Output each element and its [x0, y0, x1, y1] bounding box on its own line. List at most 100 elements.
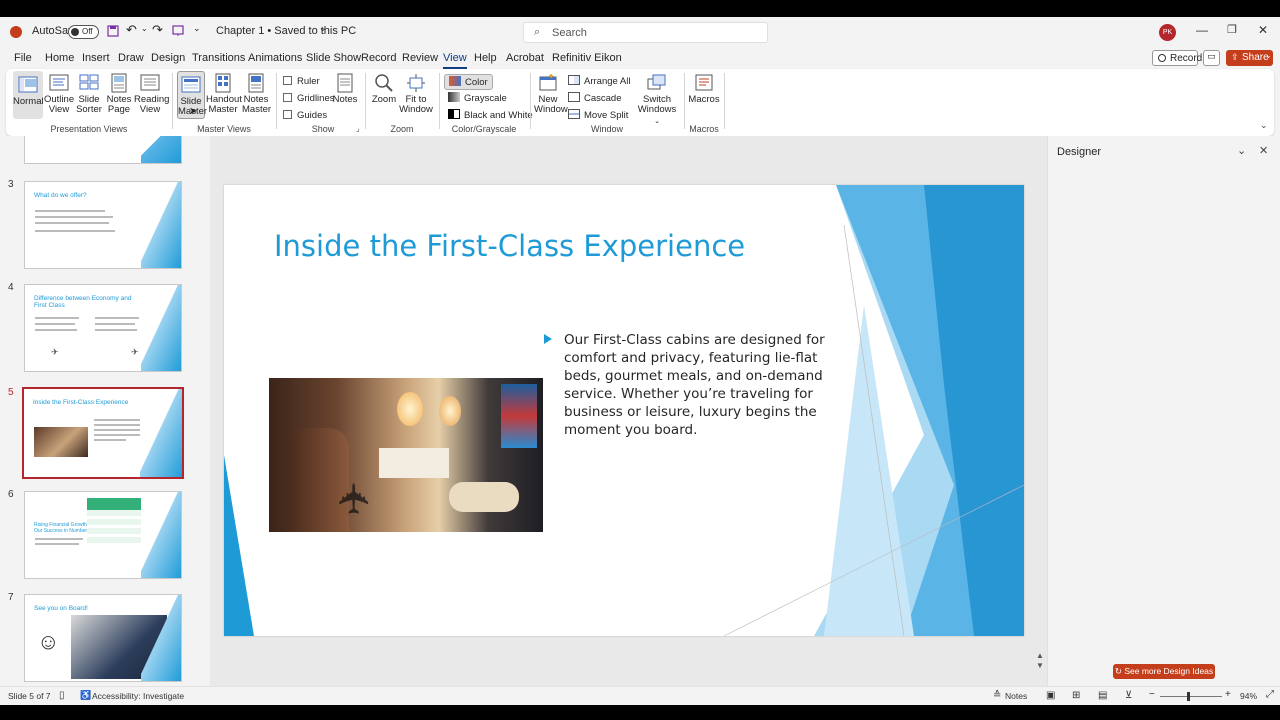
collapse-ribbon-icon[interactable]: ⌄ [1260, 120, 1268, 131]
handout-master-button[interactable]: Handout Master [206, 73, 242, 115]
previous-slide-arrow-icon[interactable]: ▲ [1036, 651, 1044, 660]
slide-thumbnail-2[interactable] [24, 136, 182, 164]
notes-button[interactable]: Notes [332, 73, 358, 105]
tab-transitions[interactable]: Transitions [192, 52, 245, 64]
minimize-icon[interactable]: — [1196, 23, 1208, 37]
zoom-slider[interactable] [1160, 692, 1222, 701]
cascade-button[interactable]: Cascade [568, 92, 622, 104]
move-split-button[interactable]: Move Split [568, 109, 628, 121]
ruler-checkbox[interactable]: Ruler [283, 76, 320, 87]
slide-thumbnail-7[interactable]: See you on Board! ☺ [24, 594, 182, 682]
fit-to-window-button[interactable]: Fit to Window [399, 73, 433, 115]
slide-thumbnail-6[interactable]: Rising Financial Growth: Our Success in … [24, 491, 182, 579]
tab-file[interactable]: File [14, 52, 32, 64]
color-button[interactable]: Color [444, 74, 493, 90]
title-dropdown-icon[interactable]: ⌄ [319, 23, 327, 34]
slide-show-status-icon[interactable]: ⊻ [1125, 690, 1132, 701]
start-presentation-icon[interactable] [172, 25, 184, 37]
share-button[interactable]: ⇪ Share ⌄ [1226, 50, 1273, 66]
see-more-design-ideas-button[interactable]: ↻ See more Design Ideas [1113, 664, 1215, 679]
undo-icon[interactable]: ↶ [126, 22, 137, 38]
search-box[interactable]: ⌕ Search [523, 22, 768, 43]
customize-toolbar-icon[interactable]: ⌄ [193, 23, 201, 34]
tab-refinitiv-eikon[interactable]: Refinitiv Eikon [552, 52, 622, 64]
slide-thumbnail-5-selected[interactable]: Inside the First-Class Experience [22, 387, 184, 479]
fit-to-window-icon [407, 74, 425, 92]
reading-view-status-icon[interactable]: ▤ [1098, 690, 1107, 701]
gridlines-checkbox[interactable]: Gridlines [283, 93, 335, 104]
black-and-white-button[interactable]: Black and White [448, 109, 533, 121]
designer-close-icon[interactable]: ✕ [1259, 144, 1268, 157]
grayscale-button[interactable]: Grayscale [448, 92, 507, 104]
tab-acrobat[interactable]: Acrobat [506, 52, 544, 64]
document-title[interactable]: Chapter 1 • Saved to this PC [216, 25, 356, 37]
fit-slide-icon[interactable]: ⤢ [1266, 689, 1274, 700]
zoom-slider-thumb[interactable] [1187, 692, 1190, 701]
tab-animations[interactable]: Animations [248, 52, 302, 64]
thumbnail-deco [141, 595, 181, 681]
notes-icon[interactable]: ≙ [993, 690, 1001, 701]
zoom-in-icon[interactable]: + [1225, 689, 1231, 700]
user-avatar[interactable]: PK [1159, 24, 1176, 41]
redo-icon[interactable]: ↷ [152, 22, 163, 38]
group-separator [724, 73, 725, 129]
accessibility-icon[interactable]: ♿ [80, 690, 91, 701]
thumbnail-plane-icon: ✈ [131, 347, 139, 357]
record-button[interactable]: Record [1152, 50, 1202, 66]
handout-master-line2: Master [208, 104, 238, 115]
arrange-all-button[interactable]: Arrange All [568, 75, 630, 87]
normal-view-button[interactable]: Normal [13, 71, 44, 119]
slide-thumbnail-4[interactable]: Difference between Economy and First Cla… [24, 284, 182, 372]
master-views-group-label: Master Views [197, 124, 251, 134]
outline-view-button[interactable]: Outline View [44, 73, 74, 115]
tab-slide-show[interactable]: Slide Show [306, 52, 361, 64]
comments-button[interactable]: ▭ [1203, 50, 1220, 66]
outline-view-icon [49, 74, 69, 91]
zoom-button[interactable]: Zoom [370, 73, 398, 105]
thumbnail-title: Rising Financial Growth: Our Success in … [34, 522, 90, 534]
notes-page-button[interactable]: Notes Page [105, 73, 133, 115]
notes-master-button[interactable]: Notes Master [242, 73, 272, 115]
tab-draw[interactable]: Draw [118, 52, 144, 64]
undo-dropdown-icon[interactable]: ⌄ [141, 24, 148, 33]
normal-view-status-icon[interactable]: ▣ [1046, 690, 1055, 701]
slide-sorter-status-icon[interactable]: ⊞ [1072, 690, 1080, 701]
tab-help[interactable]: Help [474, 52, 497, 64]
zoom-out-icon[interactable]: − [1149, 689, 1155, 700]
designer-options-chevron-icon[interactable]: ⌄ [1237, 144, 1246, 157]
tab-review[interactable]: Review [402, 52, 438, 64]
slide-thumbnail-3[interactable]: What do we offer? [24, 181, 182, 269]
group-separator [172, 73, 173, 129]
restore-icon[interactable]: ❐ [1227, 23, 1237, 36]
new-window-button[interactable]: New Window [534, 73, 568, 115]
show-dialog-launcher-icon[interactable]: ⌟ [356, 124, 360, 133]
guides-checkbox[interactable]: Guides [283, 110, 327, 121]
slide-body-text[interactable]: Our First-Class cabins are designed for … [544, 331, 826, 439]
slide-title[interactable]: Inside the First-Class Experience [274, 229, 745, 263]
zoom-level[interactable]: 94% [1240, 691, 1257, 701]
tab-design[interactable]: Design [151, 52, 185, 64]
first-class-cabin-image[interactable]: ✈ [269, 378, 543, 532]
cabin-table [379, 448, 449, 478]
tab-insert[interactable]: Insert [82, 52, 110, 64]
switch-windows-button[interactable]: Switch Windows ⌄ [634, 73, 680, 127]
tab-home[interactable]: Home [45, 52, 74, 64]
tab-view[interactable]: View [443, 52, 467, 69]
notes-toggle[interactable]: Notes [1005, 691, 1027, 701]
group-separator [365, 73, 366, 129]
close-icon[interactable]: ✕ [1258, 23, 1268, 37]
thumbnail-deco [141, 182, 181, 268]
reading-view-button[interactable]: Reading View [134, 73, 169, 115]
spelling-check-icon[interactable]: ▯ [59, 690, 65, 701]
designer-pane: Designer ⌄ ✕ ↻ See more Design Ideas [1047, 136, 1280, 686]
notes-master-line2: Master [242, 104, 272, 115]
save-icon[interactable] [107, 25, 119, 37]
macros-button[interactable]: Macros [688, 73, 720, 105]
accessibility-status[interactable]: Accessibility: Investigate [92, 691, 184, 701]
next-slide-arrow-icon[interactable]: ▼ [1036, 661, 1044, 670]
current-slide[interactable]: Inside the First-Class Experience ✈ Our … [224, 185, 1024, 636]
bullet-arrow-icon [544, 334, 552, 344]
autosave-toggle[interactable]: Off [68, 25, 99, 39]
tab-record[interactable]: Record [361, 52, 396, 64]
slide-sorter-button[interactable]: Slide Sorter [75, 73, 103, 115]
